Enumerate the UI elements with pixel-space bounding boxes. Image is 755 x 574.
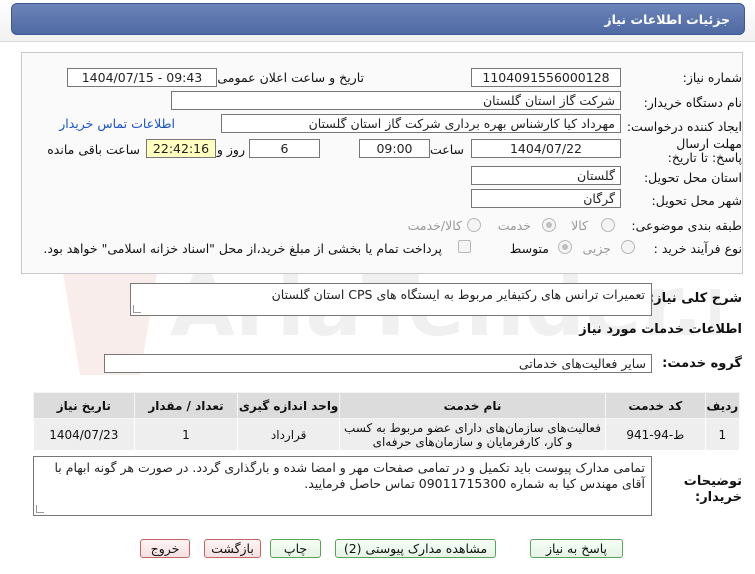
days-field: 6: [249, 139, 320, 158]
need-number-field: 1104091556000128: [471, 68, 621, 87]
province-field: گلستان: [471, 166, 621, 185]
deadline-label: مهلت ارسال پاسخ: تا تاریخ:: [667, 136, 742, 165]
creator-field: مهرداد کیا کارشناس بهره برداری شرکت گاز …: [221, 114, 621, 133]
process-option-medium: متوسط: [509, 241, 549, 256]
services-section-title: اطلاعات خدمات مورد نیاز: [579, 322, 742, 337]
cell-date: 1404/07/23: [33, 418, 135, 451]
summary-text: تعمیرات ترانس های رکتیفایر مربوط به ایست…: [271, 287, 645, 302]
category-label: طبقه بندی موضوعی:: [631, 218, 742, 233]
process-radio-medium[interactable]: [558, 240, 572, 254]
cell-unit: قرارداد: [237, 418, 340, 451]
days-label: روز و: [216, 142, 245, 157]
announce-field: 1404/07/15 - 09:43: [67, 68, 217, 87]
buyer-contact-link[interactable]: اطلاعات تماس خریدار: [59, 116, 175, 131]
creator-label: ایجاد کننده درخواست:: [626, 119, 742, 134]
process-radio-minor[interactable]: [621, 240, 635, 254]
category-option-goods: کالا: [571, 218, 588, 233]
cell-qty: 1: [133, 418, 239, 451]
attachments-button[interactable]: مشاهده مدارک پیوستی (2): [335, 539, 496, 558]
remaining-time-field: 22:42:16: [146, 139, 216, 158]
category-option-goods-service: کالا/خدمت: [407, 218, 462, 233]
deadline-time-field: 09:00: [359, 139, 430, 158]
category-radio-service[interactable]: [542, 218, 556, 232]
exit-button[interactable]: خروج: [140, 539, 190, 558]
category-radio-goods-service[interactable]: [467, 218, 481, 232]
col-qty: تعداد / مقدار: [133, 392, 239, 419]
city-field: گرگان: [471, 189, 621, 208]
services-table: ردیف کد خدمت نام خدمت واحد اندازه گیری ت…: [33, 392, 741, 451]
col-unit: واحد اندازه گیری: [237, 392, 340, 419]
buyer-label: نام دستگاه خریدار:: [643, 95, 742, 110]
summary-label: شرح کلی نیاز:: [648, 291, 742, 306]
process-label: نوع فرآیند خرید :: [653, 241, 742, 256]
back-button[interactable]: بازگشت: [204, 539, 261, 558]
city-label: شهر محل تحویل:: [651, 193, 742, 208]
cell-index: 1: [704, 418, 741, 451]
service-group-field: سایر فعالیت‌های خدماتی: [104, 354, 652, 373]
resize-handle[interactable]: [133, 305, 141, 313]
deadline-date-field: 1404/07/22: [471, 139, 621, 158]
col-code: کد خدمت: [605, 392, 706, 419]
treasury-checkbox[interactable]: [458, 240, 471, 253]
title-bar: جزئیات اطلاعات نیاز: [0, 0, 755, 42]
need-number-label: شماره نیاز:: [682, 70, 742, 85]
category-option-service: خدمت: [497, 218, 531, 233]
print-button[interactable]: چاپ: [270, 539, 321, 558]
category-radio-goods[interactable]: [601, 218, 615, 232]
col-index: ردیف: [704, 392, 741, 419]
summary-textarea[interactable]: تعمیرات ترانس های رکتیفایر مربوط به ایست…: [130, 283, 652, 316]
resize-handle[interactable]: [36, 505, 44, 513]
title-tab: جزئیات اطلاعات نیاز: [11, 3, 745, 35]
process-option-minor: جزیی: [582, 241, 611, 256]
notes-textarea[interactable]: تمامی مدارک پیوست باید تکمیل و در تمامی …: [33, 456, 652, 516]
table-header-row: ردیف کد خدمت نام خدمت واحد اندازه گیری ت…: [33, 392, 741, 419]
buyer-field: شرکت گاز استان گلستان: [171, 91, 621, 110]
cell-name: فعالیت‌های سازمان‌های دارای عضو مربوط به…: [338, 418, 607, 451]
cell-code: ط-94-941: [605, 418, 706, 451]
col-date: تاریخ نیاز: [33, 392, 135, 419]
service-group-label: گروه خدمت:: [662, 356, 742, 371]
announce-label: تاریخ و ساعت اعلان عمومی:: [213, 70, 364, 85]
table-row: 1 ط-94-941 فعالیت‌های سازمان‌های دارای ع…: [33, 418, 741, 451]
reply-button[interactable]: پاسخ به نیاز: [530, 539, 623, 558]
col-name: نام خدمت: [338, 392, 607, 419]
notes-label: توضیحات خریدار:: [683, 474, 742, 505]
notes-text: تمامی مدارک پیوست باید تکمیل و در تمامی …: [54, 460, 645, 491]
province-label: استان محل تحویل:: [643, 170, 742, 185]
deadline-time-label: ساعت: [429, 142, 464, 157]
remaining-label: ساعت باقی مانده: [47, 142, 140, 157]
payment-note: پرداخت تمام یا بخشی از مبلغ خرید،از محل …: [43, 241, 442, 256]
page-title: جزئیات اطلاعات نیاز: [604, 12, 730, 27]
